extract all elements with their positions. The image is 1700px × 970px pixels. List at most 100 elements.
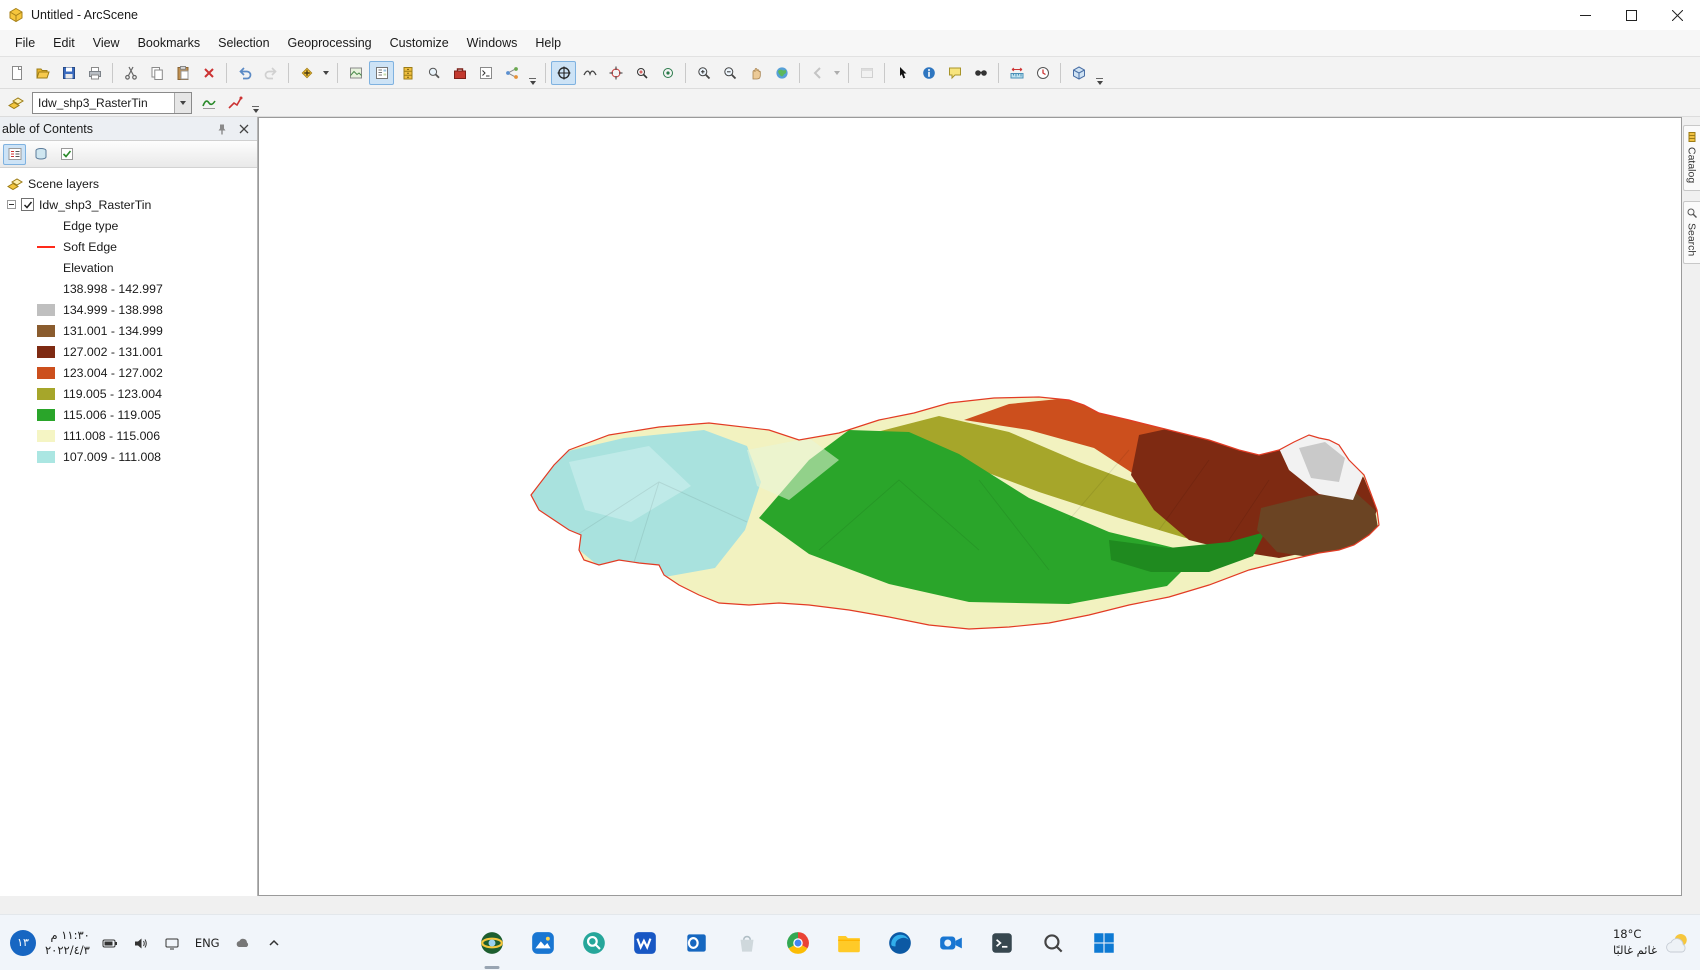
fly-icon[interactable] — [577, 61, 602, 85]
delete-icon[interactable] — [196, 61, 221, 85]
taskbar-chrome-icon[interactable] — [779, 924, 817, 962]
zoom-in-icon[interactable] — [691, 61, 716, 85]
identify-icon[interactable] — [916, 61, 941, 85]
menu-geoprocessing[interactable]: Geoprocessing — [279, 32, 381, 54]
taskbar-camera-icon[interactable] — [932, 924, 970, 962]
tree-item-class[interactable]: 123.004 - 127.002 — [0, 362, 257, 383]
arctoolbox-icon[interactable] — [447, 61, 472, 85]
tree-item-class[interactable]: 115.006 - 119.005 — [0, 404, 257, 425]
taskbar-edge-icon[interactable] — [881, 924, 919, 962]
tree-item-class[interactable]: 127.002 - 131.001 — [0, 341, 257, 362]
language-indicator[interactable]: ENG — [192, 936, 223, 950]
taskbar-file-explorer-icon[interactable] — [830, 924, 868, 962]
menu-windows[interactable]: Windows — [458, 32, 527, 54]
list-by-visibility-icon[interactable] — [55, 144, 78, 165]
taskbar-store-icon[interactable] — [728, 924, 766, 962]
combo-dropdown-arrow[interactable] — [174, 92, 191, 113]
class-swatch[interactable] — [37, 387, 55, 400]
taskbar-start-icon[interactable] — [1085, 924, 1123, 962]
taskbar-photos-icon[interactable] — [524, 924, 562, 962]
tree-item-class[interactable]: 138.998 - 142.997 — [0, 278, 257, 299]
full-extent-icon[interactable] — [769, 61, 794, 85]
tree-item-class[interactable]: 119.005 - 123.004 — [0, 383, 257, 404]
tree-item-soft-edge[interactable]: Soft Edge — [0, 236, 257, 257]
copy-icon[interactable] — [144, 61, 169, 85]
new-document-icon[interactable] — [4, 61, 29, 85]
toolbar-overflow-arrow[interactable] — [529, 77, 536, 89]
viewer-window-icon[interactable] — [854, 61, 879, 85]
modelbuilder-icon[interactable] — [499, 61, 524, 85]
menu-edit[interactable]: Edit — [44, 32, 84, 54]
toolbar-overflow-arrow[interactable] — [1096, 77, 1103, 89]
list-by-source-icon[interactable] — [29, 144, 52, 165]
minimize-icon[interactable] — [1562, 0, 1608, 30]
onedrive-cloud-icon[interactable] — [232, 932, 254, 954]
redo-icon[interactable] — [258, 61, 283, 85]
tree-item-scene-layers[interactable]: Scene layers — [0, 173, 257, 194]
3d-analyst-cube-icon[interactable] — [1066, 61, 1091, 85]
close-icon[interactable] — [1654, 0, 1700, 30]
zoom-to-target-icon[interactable] — [629, 61, 654, 85]
center-on-target-icon[interactable] — [603, 61, 628, 85]
arcmap-launcher-icon[interactable] — [343, 61, 368, 85]
previous-extent-icon[interactable] — [805, 61, 830, 85]
taskbar-terminal-icon[interactable] — [983, 924, 1021, 962]
extent-dropdown-arrow[interactable] — [834, 70, 840, 75]
pin-icon[interactable] — [213, 120, 231, 138]
set-observer-icon[interactable] — [655, 61, 680, 85]
tree-item-edge-type[interactable]: Edge type — [0, 215, 257, 236]
class-swatch[interactable] — [37, 324, 55, 337]
paste-icon[interactable] — [170, 61, 195, 85]
find-icon[interactable] — [968, 61, 993, 85]
steepest-path-icon[interactable] — [222, 91, 247, 115]
menu-help[interactable]: Help — [526, 32, 570, 54]
tree-item-elevation[interactable]: Elevation — [0, 257, 257, 278]
taskbar-windows-search-icon[interactable] — [1034, 924, 1072, 962]
volume-icon[interactable] — [130, 932, 152, 954]
scene-viewport[interactable] — [258, 117, 1682, 896]
html-popup-icon[interactable] — [942, 61, 967, 85]
chevron-up-icon[interactable] — [263, 932, 285, 954]
menu-selection[interactable]: Selection — [209, 32, 278, 54]
maximize-icon[interactable] — [1608, 0, 1654, 30]
list-by-drawing-order-icon[interactable] — [3, 143, 26, 165]
class-swatch[interactable] — [37, 345, 55, 358]
tree-item-class[interactable]: 111.008 - 115.006 — [0, 425, 257, 446]
undo-icon[interactable] — [232, 61, 257, 85]
taskbar-arcscene-icon[interactable] — [473, 924, 511, 962]
select-graphics-icon[interactable] — [890, 61, 915, 85]
catalog-tab[interactable]: Catalog — [1682, 125, 1700, 192]
zoom-out-icon[interactable] — [717, 61, 742, 85]
pan-icon[interactable] — [743, 61, 768, 85]
collapse-expander-icon[interactable] — [7, 200, 16, 209]
search-window-icon[interactable] — [421, 61, 446, 85]
cut-icon[interactable] — [118, 61, 143, 85]
class-swatch[interactable] — [37, 429, 55, 442]
add-data-dropdown-arrow[interactable] — [323, 70, 329, 75]
cast-monitor-icon[interactable] — [161, 932, 183, 954]
tree-item-class[interactable]: 134.999 - 138.998 — [0, 299, 257, 320]
search-tab[interactable]: Search — [1682, 201, 1700, 265]
class-swatch[interactable] — [37, 366, 55, 379]
tree-item-class[interactable]: 131.001 - 134.999 — [0, 320, 257, 341]
class-swatch[interactable] — [37, 303, 55, 316]
table-of-contents-toggle-icon[interactable] — [369, 60, 394, 85]
interpolate-line-icon[interactable] — [196, 91, 221, 115]
tree-item-layer[interactable]: Idw_shp3_RasterTin — [0, 194, 257, 215]
taskbar-search-app-icon[interactable] — [575, 924, 613, 962]
measure-icon[interactable] — [1004, 61, 1029, 85]
weather-widget[interactable]: 18°C غائم غالبًا — [1613, 915, 1700, 970]
toc-close-icon[interactable] — [235, 120, 253, 138]
taskbar-outlook-icon[interactable] — [677, 924, 715, 962]
taskbar-word-icon[interactable] — [626, 924, 664, 962]
class-swatch[interactable] — [37, 450, 55, 463]
print-icon[interactable] — [82, 61, 107, 85]
battery-icon[interactable] — [99, 932, 121, 954]
taskbar-clock[interactable]: ١١:٣٠ م ٢٠٢٢/٤/٣ — [45, 928, 90, 958]
add-data-icon[interactable] — [294, 61, 319, 85]
class-swatch[interactable] — [37, 282, 55, 295]
menu-view[interactable]: View — [84, 32, 129, 54]
navigate-icon[interactable] — [551, 60, 576, 85]
notification-badge[interactable]: ١٣ — [10, 929, 36, 956]
layer-visibility-checkbox[interactable] — [21, 198, 34, 211]
